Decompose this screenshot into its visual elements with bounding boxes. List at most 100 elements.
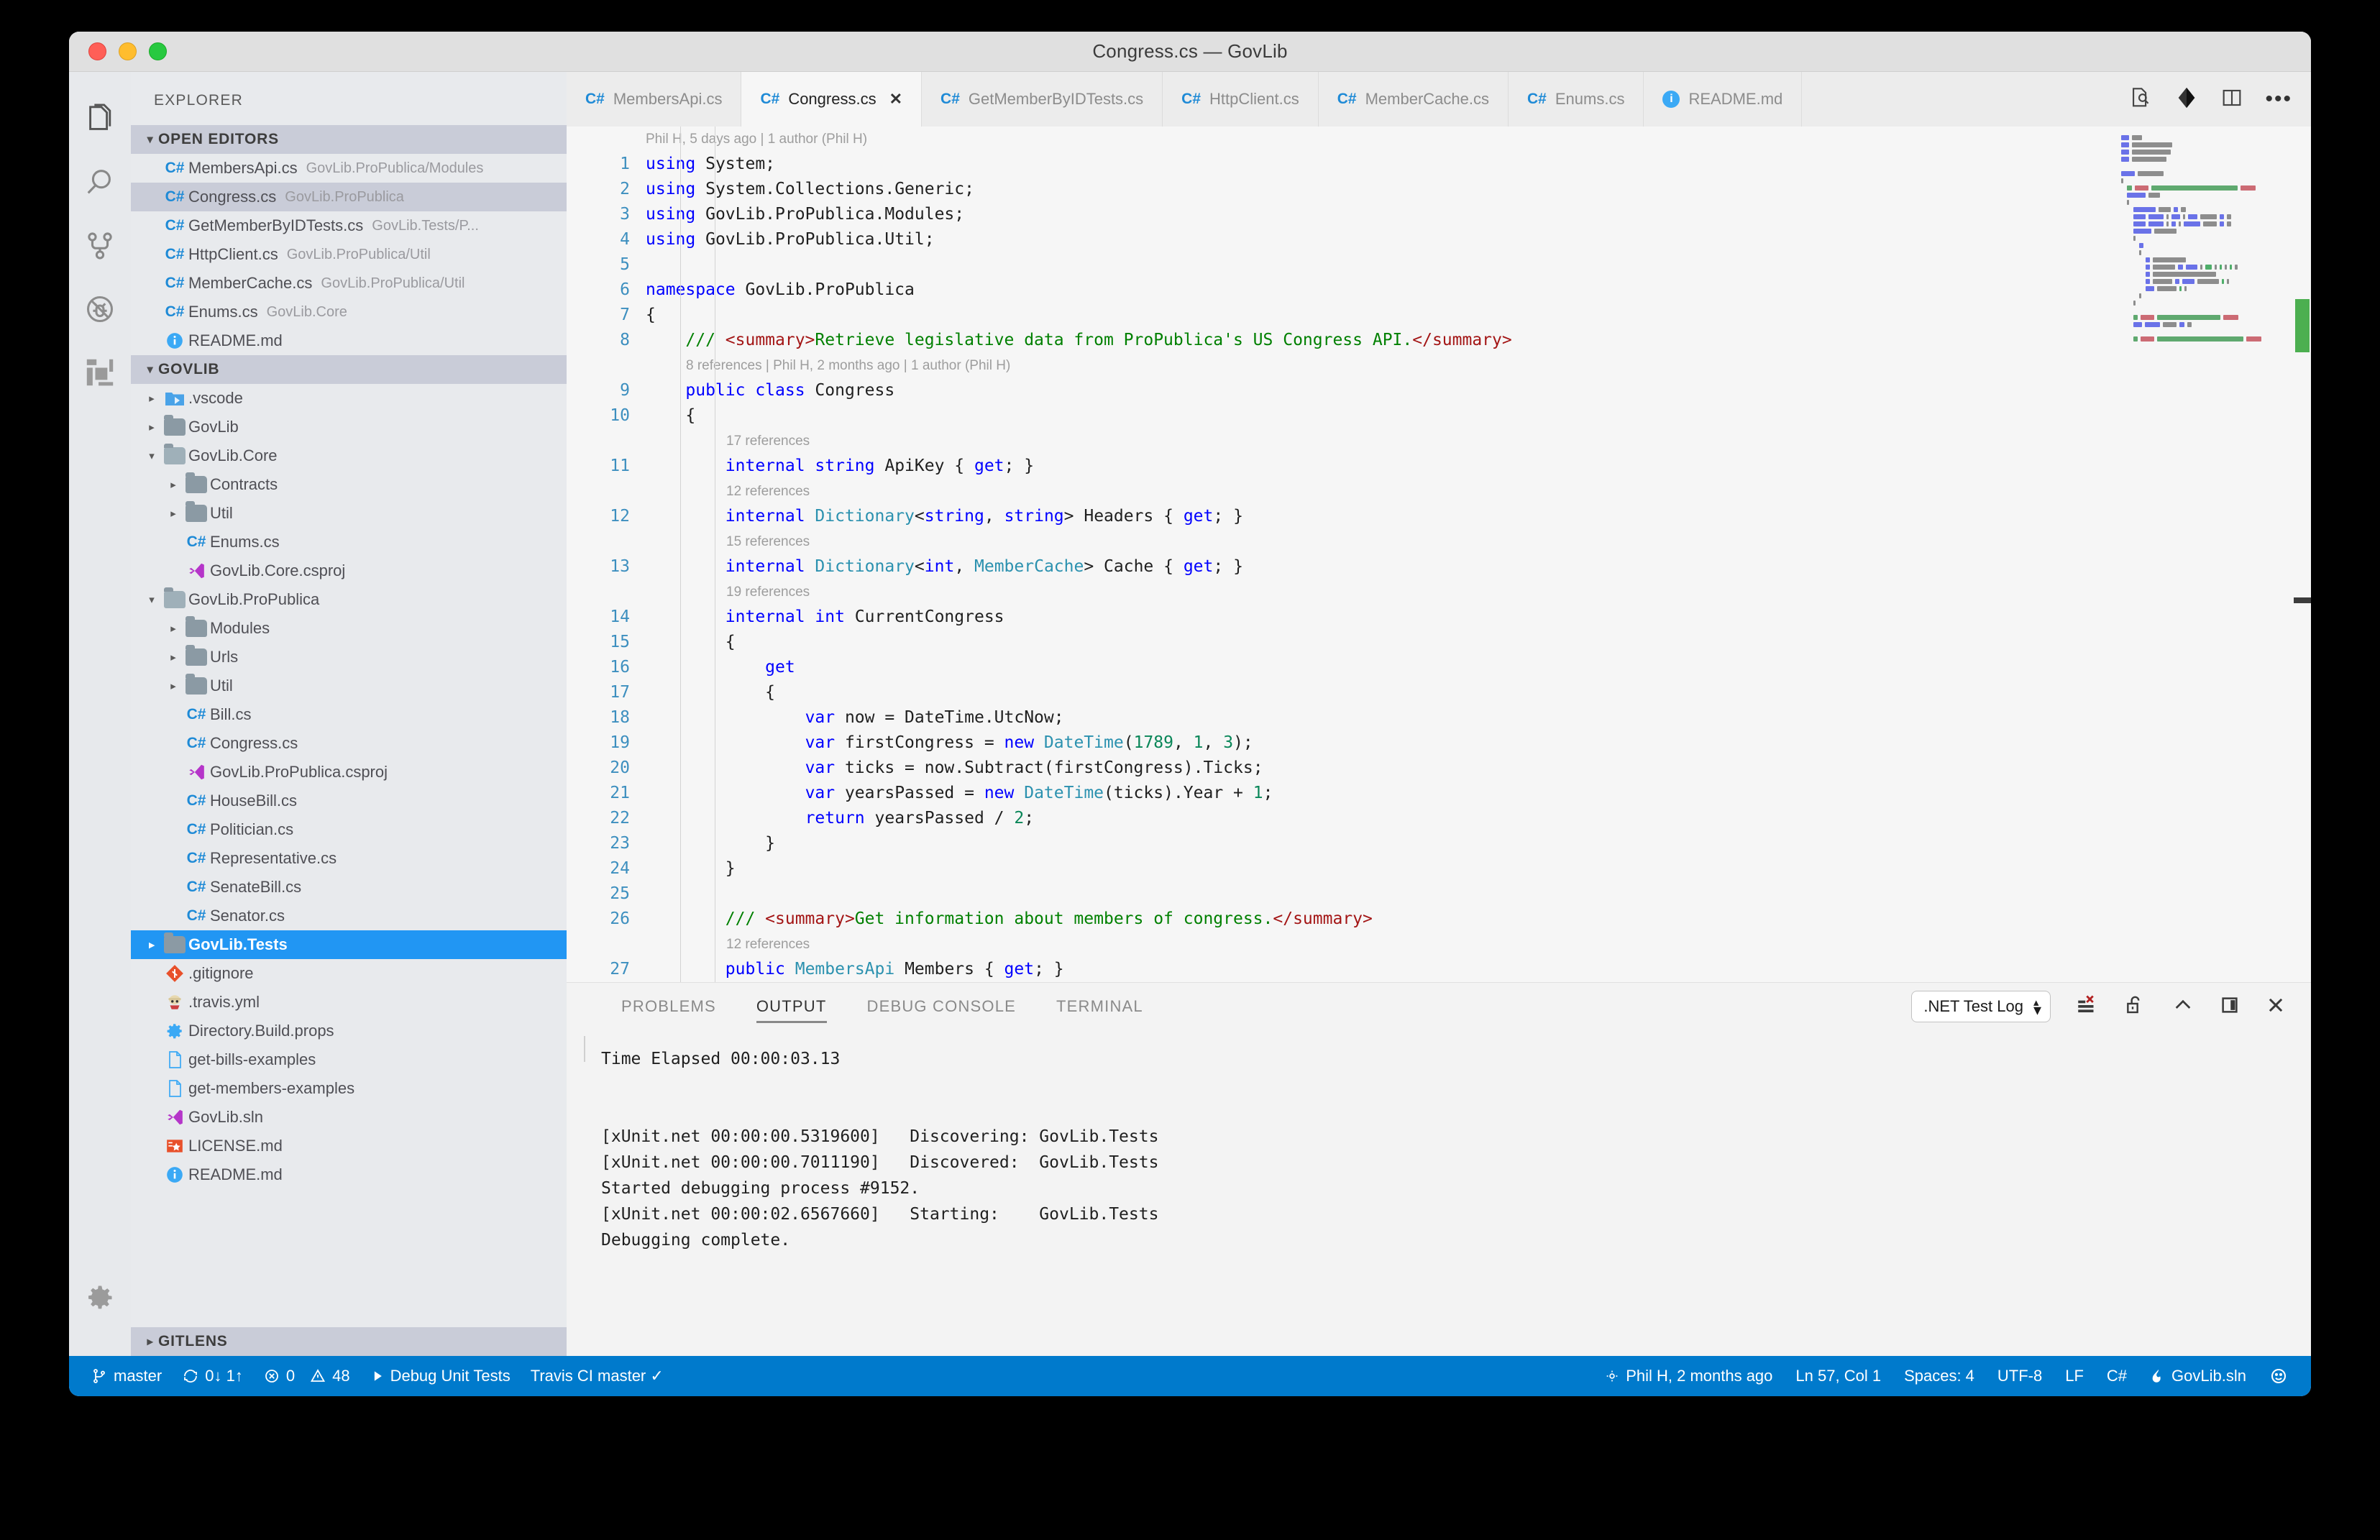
file-tree-item[interactable]: ▾ GovLib.ProPublica <box>131 585 567 614</box>
code-lens[interactable]: 12 references <box>646 932 2311 957</box>
chevron-right-icon[interactable]: ▸ <box>164 651 183 664</box>
code-line[interactable]: internal Dictionary<int, MemberCache> Ca… <box>646 554 2311 579</box>
file-tree-item[interactable]: C# Politician.cs <box>131 815 567 844</box>
file-tree-item[interactable]: C# Representative.cs <box>131 844 567 873</box>
cursor-position-status[interactable]: Ln 57, Col 1 <box>1784 1356 1892 1396</box>
file-tree-item[interactable]: ▾ GovLib.Core <box>131 441 567 470</box>
output-channel-select[interactable]: .NET Test Log ▴ ▾ <box>1911 991 2051 1022</box>
code-line[interactable]: var now = DateTime.UtcNow; <box>646 705 2311 730</box>
file-tree-item[interactable]: ▸ GovLib.Tests <box>131 930 567 959</box>
sync-status[interactable]: 0↓ 1↑ <box>172 1356 253 1396</box>
debug-launch-status[interactable]: Debug Unit Tests <box>360 1356 521 1396</box>
feedback-status[interactable] <box>2258 1356 2299 1396</box>
maximize-panel-icon[interactable] <box>2171 994 2194 1020</box>
unlock-scrolling-icon[interactable] <box>2124 994 2147 1020</box>
file-tree-item[interactable]: Directory.Build.props <box>131 1017 567 1045</box>
language-mode-status[interactable]: C# <box>2095 1356 2138 1396</box>
file-tree-item[interactable]: C# HouseBill.cs <box>131 787 567 815</box>
open-editor-item[interactable]: C# MemberCache.cs GovLib.ProPublica/Util <box>131 269 567 298</box>
split-editor-icon[interactable] <box>2220 86 2243 113</box>
file-tree-item[interactable]: GovLib.sln <box>131 1103 567 1132</box>
code-line[interactable] <box>646 252 2311 278</box>
editor-tab[interactable]: C# MemberCache.cs <box>1319 72 1509 127</box>
file-tree-item[interactable]: C# Senator.cs <box>131 902 567 930</box>
toggle-panel-position-icon[interactable] <box>2219 994 2241 1019</box>
code-line[interactable]: var ticks = now.Subtract(firstCongress).… <box>646 756 2311 781</box>
code-lens[interactable]: 12 references <box>646 479 2311 504</box>
code-line[interactable]: public class Congress <box>646 378 2311 403</box>
code-line[interactable]: using GovLib.ProPublica.Util; <box>646 227 2311 252</box>
explorer-icon[interactable] <box>69 88 131 151</box>
code-line[interactable]: /// <summary>Get information about membe… <box>646 907 2311 932</box>
code-line[interactable]: var yearsPassed = new DateTime(ticks).Ye… <box>646 781 2311 806</box>
open-editor-item[interactable]: README.md <box>131 326 567 355</box>
code-lens[interactable]: 19 references <box>646 579 2311 605</box>
code-line[interactable]: } <box>646 856 2311 881</box>
panel-tab[interactable]: PROBLEMS <box>601 983 736 1030</box>
chevron-right-icon[interactable]: ▸ <box>164 679 183 692</box>
code-line[interactable]: /// <summary>Retrieve legislative data f… <box>646 328 2311 353</box>
travis-ci-status[interactable]: Travis CI master ✓ <box>521 1356 674 1396</box>
editor-tab[interactable]: i README.md <box>1644 72 1803 127</box>
omnisharp-project-status[interactable]: GovLib.sln <box>2138 1356 2258 1396</box>
code-line[interactable]: { <box>646 680 2311 705</box>
file-tree-item[interactable]: GovLib.ProPublica.csproj <box>131 758 567 787</box>
code-line[interactable]: return yearsPassed / 2; <box>646 806 2311 831</box>
file-tree-item[interactable]: .gitignore <box>131 959 567 988</box>
editor-tab[interactable]: C# Enums.cs <box>1509 72 1644 127</box>
file-tree-item[interactable]: C# Congress.cs <box>131 729 567 758</box>
minimap[interactable] <box>2121 134 2294 342</box>
code-line[interactable]: var firstCongress = new DateTime(1789, 1… <box>646 730 2311 756</box>
file-tree-item[interactable]: get-members-examples <box>131 1074 567 1103</box>
chevron-right-icon[interactable]: ▸ <box>164 622 183 635</box>
panel-tab[interactable]: TERMINAL <box>1036 983 1163 1030</box>
gitlens-compare-icon[interactable] <box>2174 86 2199 114</box>
code-lens[interactable]: 15 references <box>646 529 2311 554</box>
editor-tab[interactable]: C# Congress.cs ✕ <box>741 72 923 127</box>
overview-ruler[interactable] <box>2294 127 2311 982</box>
file-tree-item[interactable]: ▸ .vscode <box>131 384 567 413</box>
code-lens[interactable]: 8 references | Phil H, 2 months ago | 1 … <box>646 353 2311 378</box>
file-tree-item[interactable]: ▸ Util <box>131 672 567 700</box>
open-editors-header[interactable]: ▾ OPEN EDITORS <box>131 125 567 154</box>
code-line[interactable]: } <box>646 831 2311 856</box>
open-editor-item[interactable]: C# Enums.cs GovLib.Core <box>131 298 567 326</box>
code-line[interactable]: public MembersApi Members { get; } <box>646 957 2311 982</box>
eol-status[interactable]: LF <box>2054 1356 2095 1396</box>
open-editor-item[interactable]: C# GetMemberByIDTests.cs GovLib.Tests/P... <box>131 211 567 240</box>
file-tree-item[interactable]: ▸ GovLib <box>131 413 567 441</box>
encoding-status[interactable]: UTF-8 <box>1986 1356 2054 1396</box>
code-line[interactable]: using GovLib.ProPublica.Modules; <box>646 202 2311 227</box>
code-line[interactable]: { <box>646 303 2311 328</box>
file-tree-item[interactable]: ▸ Modules <box>131 614 567 643</box>
panel-tab[interactable]: DEBUG CONSOLE <box>847 983 1037 1030</box>
chevron-right-icon[interactable]: ▸ <box>142 938 161 951</box>
code-content[interactable]: Phil H, 5 days ago | 1 author (Phil H) us… <box>646 127 2311 982</box>
file-tree-item[interactable]: ▸ Urls <box>131 643 567 672</box>
code-line[interactable]: { <box>646 630 2311 655</box>
file-tree-item[interactable]: get-bills-examples <box>131 1045 567 1074</box>
file-tree-item[interactable]: C# SenateBill.cs <box>131 873 567 902</box>
open-editor-item[interactable]: C# Congress.cs GovLib.ProPublica <box>131 183 567 211</box>
file-tree-item[interactable]: LICENSE.md <box>131 1132 567 1160</box>
problems-status[interactable]: 0 48 <box>253 1356 360 1396</box>
branch-status[interactable]: master <box>81 1356 172 1396</box>
close-tab-icon[interactable]: ✕ <box>889 90 902 109</box>
gitlens-blame-status[interactable]: Phil H, 2 months ago <box>1593 1356 1784 1396</box>
panel-tab[interactable]: OUTPUT <box>736 983 847 1030</box>
output-content[interactable]: Time Elapsed 00:00:03.13 [xUnit.net 00:0… <box>567 1030 2311 1356</box>
editor-tab[interactable]: C# MembersApi.cs <box>567 72 742 127</box>
file-tree-item[interactable]: ▸ Util <box>131 499 567 528</box>
code-line[interactable]: get <box>646 655 2311 680</box>
chevron-down-icon[interactable]: ▾ <box>142 593 161 606</box>
source-control-icon[interactable] <box>69 214 131 278</box>
code-line[interactable]: internal Dictionary<string, string> Head… <box>646 504 2311 529</box>
code-line[interactable]: using System.Collections.Generic; <box>646 177 2311 202</box>
clear-output-icon[interactable] <box>2075 993 2100 1021</box>
code-editor[interactable]: 1 2 3 4 5 6 7 8 9 10 11 12 13 14 15 16 17 18 19 20 21 22 23 24 2… <box>567 127 2311 982</box>
editor-tab[interactable]: C# HttpClient.cs <box>1163 72 1319 127</box>
file-tree-item[interactable]: C# Bill.cs <box>131 700 567 729</box>
file-tree-item[interactable]: ▸ Contracts <box>131 470 567 499</box>
search-icon[interactable] <box>69 151 131 214</box>
code-lens-blame[interactable]: Phil H, 5 days ago | 1 author (Phil H) <box>646 127 2311 152</box>
